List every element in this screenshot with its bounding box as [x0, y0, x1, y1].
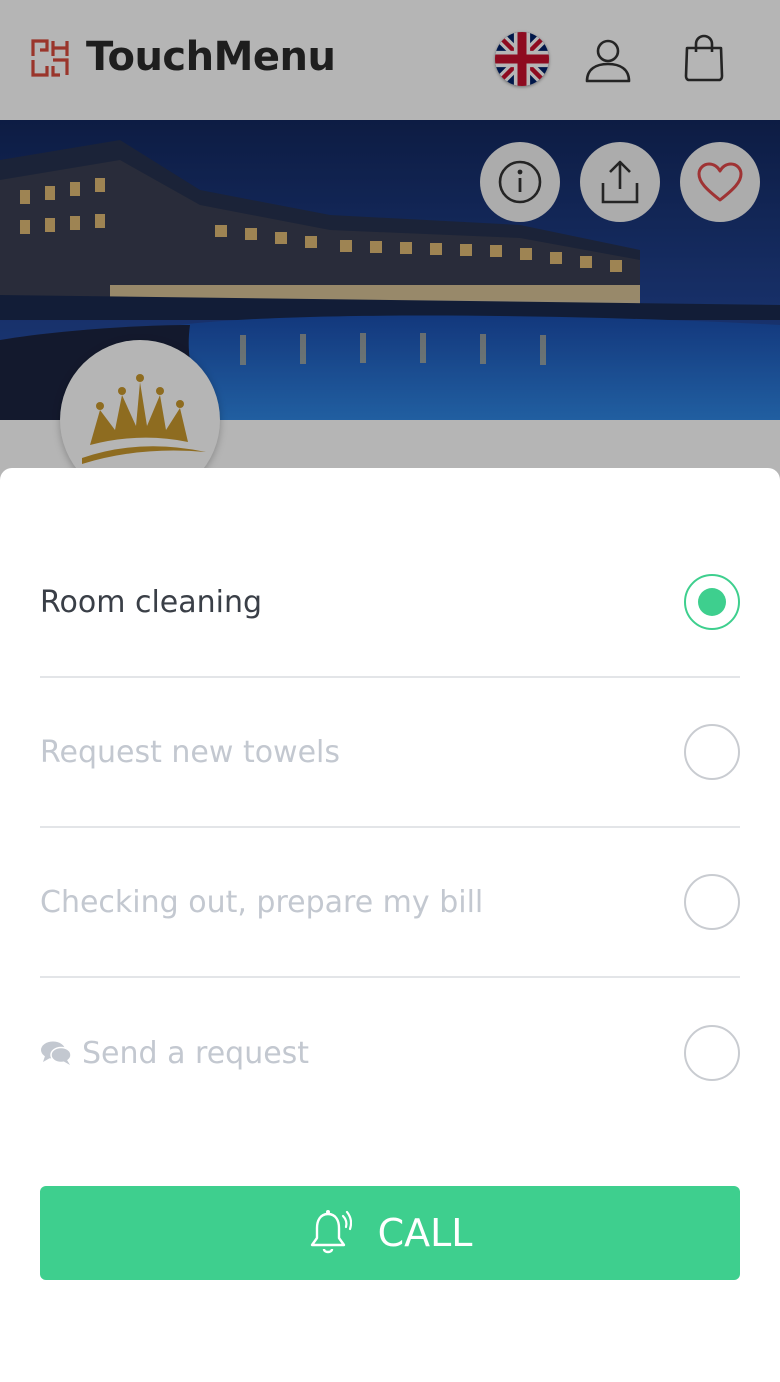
chat-icon — [41, 1041, 72, 1065]
radio-unselected[interactable] — [684, 874, 740, 930]
radio-selected[interactable] — [684, 574, 740, 630]
option-label: Send a request — [82, 1035, 310, 1071]
option-label: Checking out, prepare my bill — [40, 884, 484, 920]
option-send-request[interactable]: Send a request — [40, 978, 740, 1128]
option-request-new-towels[interactable]: Request new towels — [40, 678, 740, 828]
option-checking-out[interactable]: Checking out, prepare my bill — [40, 828, 740, 978]
call-button-label: CALL — [377, 1211, 473, 1255]
option-room-cleaning[interactable]: Room cleaning — [40, 528, 740, 678]
option-label: Room cleaning — [40, 584, 263, 620]
bell-icon — [310, 1210, 352, 1254]
option-label-wrapper: Send a request — [40, 1036, 309, 1071]
radio-unselected[interactable] — [684, 1025, 740, 1081]
radio-dot — [698, 588, 726, 616]
radio-unselected[interactable] — [684, 724, 740, 780]
option-label: Request new towels — [40, 734, 341, 770]
call-button[interactable]: CALL — [40, 1186, 740, 1280]
service-request-sheet: Room cleaning Request new towels Checkin… — [0, 468, 780, 1382]
